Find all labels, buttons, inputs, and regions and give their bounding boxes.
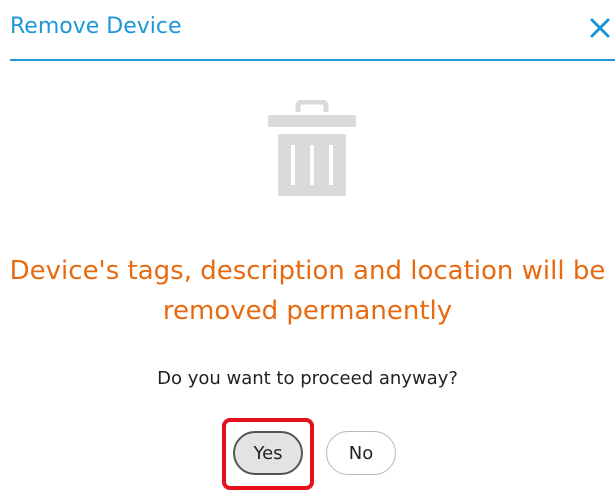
confirmation-question: Do you want to proceed anyway? <box>157 368 458 389</box>
header-divider <box>10 59 615 61</box>
close-icon <box>590 18 610 38</box>
warning-message: Device's tags, description and location … <box>9 256 606 326</box>
remove-device-dialog: Remove Device Device's tags, description… <box>0 0 615 490</box>
dialog-title: Remove Device <box>10 14 182 39</box>
yes-button[interactable]: Yes <box>233 431 303 475</box>
close-button[interactable] <box>588 16 612 40</box>
dialog-header: Remove Device <box>0 0 615 60</box>
no-button[interactable]: No <box>326 431 396 475</box>
trash-icon <box>268 99 356 196</box>
